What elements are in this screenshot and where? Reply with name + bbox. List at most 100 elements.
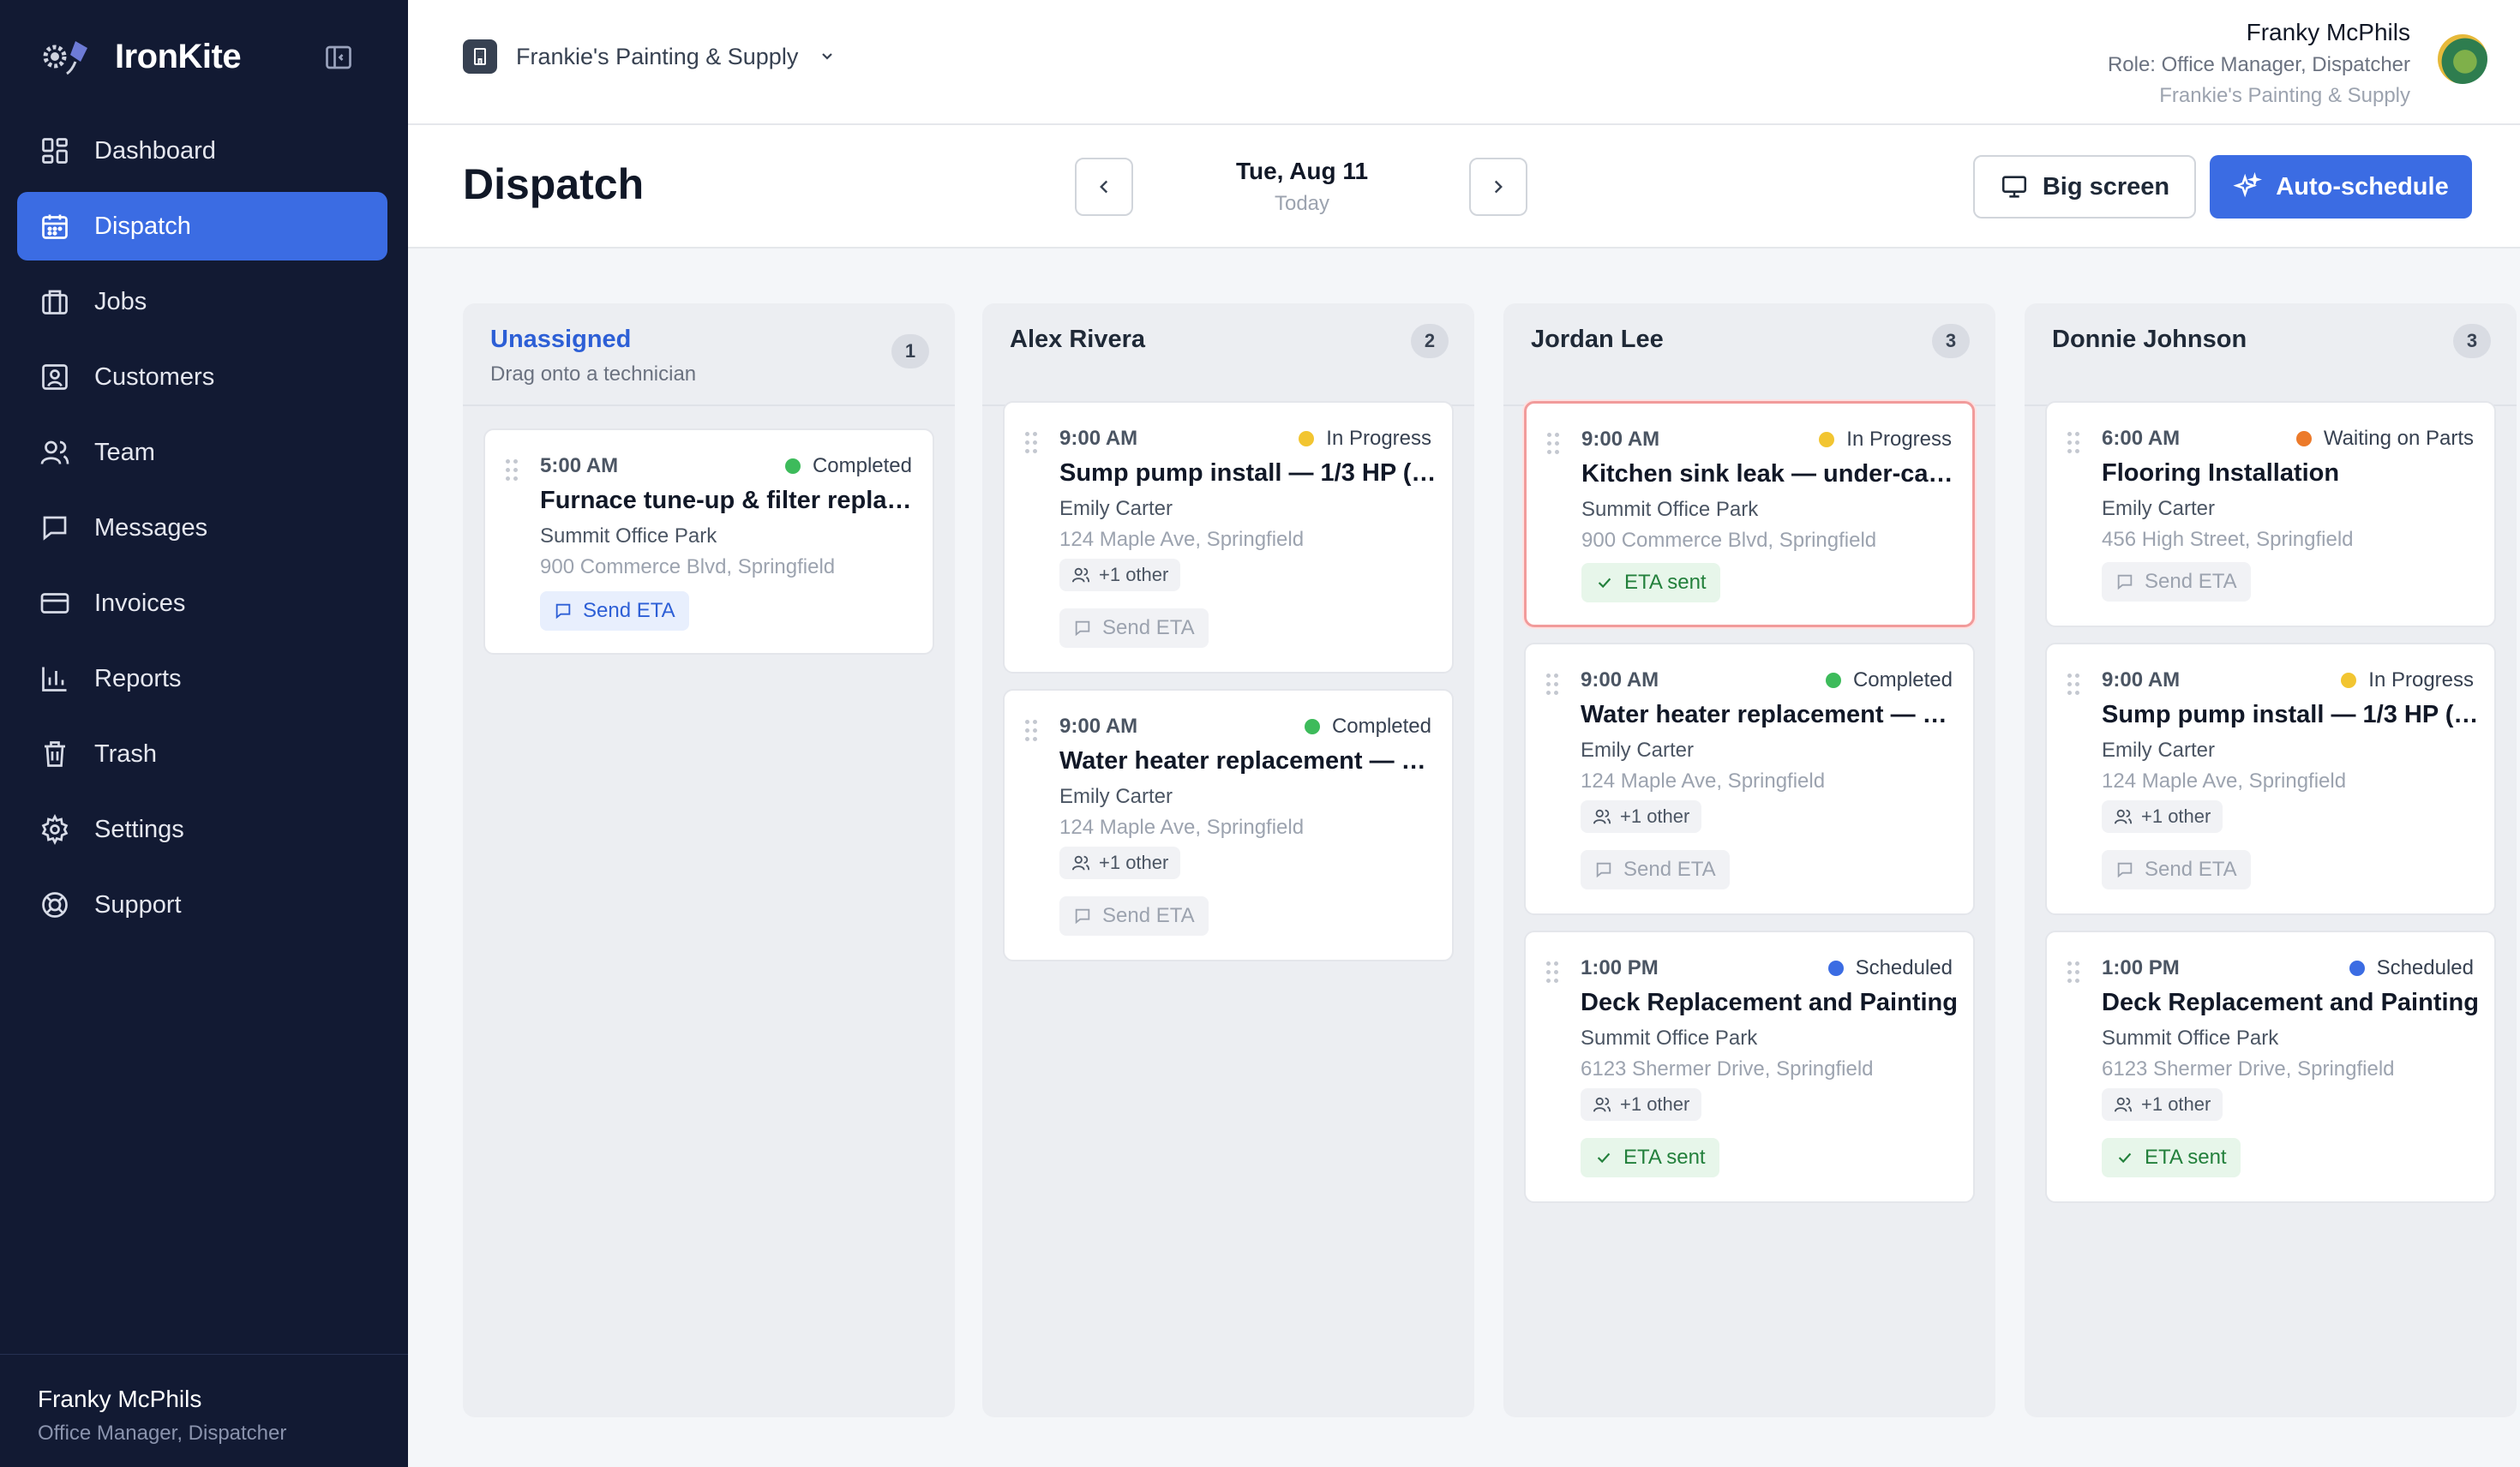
send-eta-label: Send ETA	[1102, 904, 1195, 927]
column-technician[interactable]: Jordan Lee 3 9:00 AM In Progress Kitchen…	[1503, 303, 1995, 1417]
job-card[interactable]: 6:00 AM Waiting on Parts Flooring Instal…	[2045, 401, 2496, 627]
previous-day-button[interactable]	[1075, 158, 1133, 216]
job-time: 5:00 AM	[540, 454, 619, 477]
brand[interactable]: IronKite	[38, 34, 242, 79]
message-icon	[1075, 908, 1090, 925]
collapse-sidebar-button[interactable]	[321, 39, 357, 75]
column-header: Unassigned Drag onto a technician 1	[463, 303, 955, 406]
team-icon	[1071, 855, 1090, 871]
additional-techs-label: +1 other	[1620, 1093, 1690, 1115]
sidebar-item-label: Messages	[94, 513, 208, 542]
additional-techs-badge[interactable]: +1 other	[1581, 800, 1702, 833]
job-customer: Emily Carter	[1059, 497, 1173, 520]
status-dot	[2349, 961, 2365, 976]
job-card[interactable]: 9:00 AM Completed Water heater replaceme…	[1003, 689, 1454, 961]
checkmark-icon	[1598, 578, 1611, 589]
monitor-icon	[2001, 176, 2026, 198]
date-relative-label: Today	[1274, 192, 1330, 215]
job-card[interactable]: 1:00 PM Scheduled Deck Replacement and P…	[1524, 931, 1975, 1203]
sidebar-item-jobs[interactable]: Jobs	[17, 267, 387, 336]
sidebar-item-team[interactable]: Team	[17, 418, 387, 487]
job-title: Furnace tune-up & filter replacement	[540, 487, 917, 514]
drag-handle-icon[interactable]	[2067, 961, 2081, 984]
drag-handle-icon[interactable]	[1025, 432, 1039, 454]
send-eta-button[interactable]: Send ETA	[2102, 850, 2251, 889]
status-badge: Scheduled	[2349, 956, 2474, 980]
card-icon	[38, 586, 72, 620]
sidebar-item-settings[interactable]: Settings	[17, 795, 387, 864]
bar-chart-icon	[38, 662, 72, 696]
additional-techs-badge[interactable]: +1 other	[2102, 800, 2223, 833]
team-icon	[1593, 1097, 1611, 1112]
status-badge: Waiting on Parts	[2295, 427, 2474, 451]
eta-sent-badge: ETA sent	[1581, 563, 1720, 602]
job-card[interactable]: 9:00 AM In Progress Sump pump install — …	[1003, 401, 1454, 674]
job-card[interactable]: 9:00 AM In Progress Kitchen sink leak — …	[1524, 401, 1975, 627]
lifebuoy-icon	[38, 888, 72, 922]
sidebar-item-label: Jobs	[94, 287, 147, 315]
sidebar-item-dashboard[interactable]: Dashboard	[17, 117, 387, 185]
additional-techs-badge[interactable]: +1 other	[2102, 1088, 2223, 1121]
drag-handle-icon[interactable]	[506, 459, 519, 482]
avatar[interactable]	[2438, 34, 2487, 84]
drag-handle-icon[interactable]	[1547, 433, 1561, 455]
send-eta-button[interactable]: Send ETA	[1581, 850, 1730, 889]
drag-handle-icon[interactable]	[1546, 674, 1560, 696]
sidebar-item-customers[interactable]: Customers	[17, 343, 387, 411]
eta-sent-badge: ETA sent	[1581, 1138, 1719, 1177]
sidebar-item-dispatch[interactable]: Dispatch	[17, 192, 387, 260]
team-icon	[2114, 1097, 2133, 1112]
additional-techs-label: +1 other	[1099, 564, 1169, 585]
auto-schedule-label: Auto-schedule	[2276, 172, 2449, 201]
sidebar-item-reports[interactable]: Reports	[17, 644, 387, 713]
job-time: 6:00 AM	[2102, 427, 2181, 450]
job-customer: Emily Carter	[2102, 739, 2216, 762]
job-card[interactable]: 5:00 AM Completed Furnace tune-up & filt…	[483, 428, 934, 655]
send-eta-button[interactable]: Send ETA	[1059, 896, 1209, 936]
additional-techs-label: +1 other	[1099, 852, 1169, 873]
sidebar-user-name: Franky McPhils	[38, 1386, 202, 1412]
job-customer: Summit Office Park	[2102, 1027, 2279, 1050]
additional-techs-badge[interactable]: +1 other	[1581, 1088, 1702, 1121]
job-title: Kitchen sink leak — under-cabinet	[1581, 460, 1959, 488]
drag-handle-icon[interactable]	[2067, 432, 2081, 454]
job-card[interactable]: 1:00 PM Scheduled Deck Replacement and P…	[2045, 931, 2496, 1203]
sidebar: IronKite Dashboard Dispatch Jobs Custome…	[0, 0, 408, 1467]
message-icon	[1596, 862, 1611, 878]
job-time: 1:00 PM	[2102, 956, 2180, 979]
additional-techs-badge[interactable]: +1 other	[1059, 559, 1181, 591]
sidebar-item-messages[interactable]: Messages	[17, 494, 387, 562]
sidebar-item-trash[interactable]: Trash	[17, 720, 387, 788]
job-customer: Summit Office Park	[1581, 498, 1759, 521]
drag-handle-icon[interactable]	[1025, 720, 1039, 742]
send-eta-button[interactable]: Send ETA	[2102, 562, 2251, 602]
sidebar-item-invoices[interactable]: Invoices	[17, 569, 387, 638]
sidebar-user[interactable]: Franky McPhils Office Manager, Dispatche…	[0, 1354, 408, 1467]
job-card[interactable]: 9:00 AM In Progress Sump pump install — …	[2045, 643, 2496, 915]
status-dot	[2341, 673, 2357, 688]
status-badge: Completed	[784, 454, 912, 478]
next-day-button[interactable]	[1469, 158, 1527, 216]
status-badge: Scheduled	[1827, 956, 1953, 980]
status-dot	[1827, 961, 1844, 976]
column-technician[interactable]: Alex Rivera 2 9:00 AM In Progress Sump p…	[982, 303, 1474, 1417]
send-eta-button[interactable]: Send ETA	[540, 591, 689, 631]
eta-sent-label: ETA sent	[2145, 1146, 2227, 1169]
auto-schedule-button[interactable]: Auto-schedule	[2210, 155, 2472, 219]
sidebar-item-label: Invoices	[94, 589, 186, 617]
job-address: 6123 Shermer Drive, Springfield	[1581, 1057, 1874, 1081]
column-unassigned[interactable]: Unassigned Drag onto a technician 1 5:00…	[463, 303, 955, 1417]
sidebar-item-label: Reports	[94, 664, 182, 692]
send-eta-button[interactable]: Send ETA	[1059, 608, 1209, 648]
kite-logo-icon	[38, 34, 106, 79]
company-switcher[interactable]: Frankie's Painting & Supply	[463, 39, 837, 74]
column-technician[interactable]: Donnie Johnson 3 6:00 AM Waiting on Part…	[2025, 303, 2517, 1417]
job-card[interactable]: 9:00 AM Completed Water heater replaceme…	[1524, 643, 1975, 915]
drag-handle-icon[interactable]	[1546, 961, 1560, 984]
user-role: Role: Office Manager, Dispatcher	[2107, 53, 2410, 76]
big-screen-button[interactable]: Big screen	[1973, 155, 2196, 219]
drag-handle-icon[interactable]	[2067, 674, 2081, 696]
additional-techs-badge[interactable]: +1 other	[1059, 847, 1181, 879]
sidebar-item-support[interactable]: Support	[17, 871, 387, 939]
message-icon	[2117, 862, 2133, 878]
